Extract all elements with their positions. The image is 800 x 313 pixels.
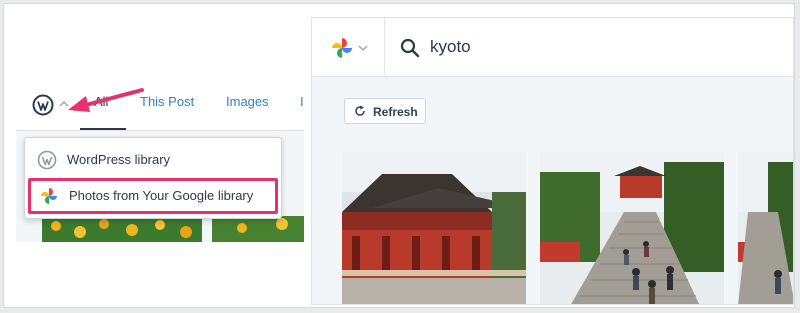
media-library-toolbar: All This Post Images I bbox=[16, 76, 304, 131]
refresh-label: Refresh bbox=[373, 105, 418, 119]
wordpress-icon bbox=[32, 94, 54, 116]
google-photos-panel: Refresh bbox=[311, 17, 794, 305]
chevron-down-icon bbox=[358, 45, 368, 52]
search-icon bbox=[400, 38, 420, 58]
media-thumbnail[interactable] bbox=[42, 216, 202, 242]
photo-shrine-3[interactable] bbox=[738, 152, 794, 305]
screenshot-frame: All This Post Images I WordPress li bbox=[3, 3, 795, 308]
refresh-button[interactable]: Refresh bbox=[344, 98, 426, 124]
source-selector-button[interactable] bbox=[328, 36, 372, 60]
wordpress-icon bbox=[37, 150, 57, 170]
source-dropdown-menu: WordPress library Photos from Your Googl… bbox=[24, 137, 282, 219]
photo-shrine-2[interactable] bbox=[540, 152, 724, 305]
tab-this-post[interactable]: This Post bbox=[140, 94, 194, 109]
menu-item-label: Photos from Your Google library bbox=[69, 188, 254, 203]
photo-shrine-1[interactable] bbox=[342, 152, 526, 305]
refresh-icon bbox=[355, 105, 365, 116]
menu-item-google-photos[interactable]: Photos from Your Google library bbox=[28, 178, 278, 214]
google-photos-toolbar bbox=[312, 18, 793, 77]
search-input[interactable] bbox=[430, 34, 770, 60]
menu-item-wordpress-library[interactable]: WordPress library bbox=[25, 142, 281, 178]
media-thumbnail[interactable] bbox=[212, 216, 304, 242]
annotation-arrow bbox=[68, 88, 144, 112]
google-photos-icon bbox=[41, 188, 57, 204]
toolbar-divider bbox=[384, 18, 385, 76]
tab-images[interactable]: Images bbox=[226, 94, 269, 109]
menu-item-label: WordPress library bbox=[67, 152, 171, 167]
active-tab-indicator bbox=[80, 128, 126, 130]
google-photos-icon bbox=[332, 38, 352, 58]
tab-more[interactable]: I bbox=[300, 94, 304, 109]
